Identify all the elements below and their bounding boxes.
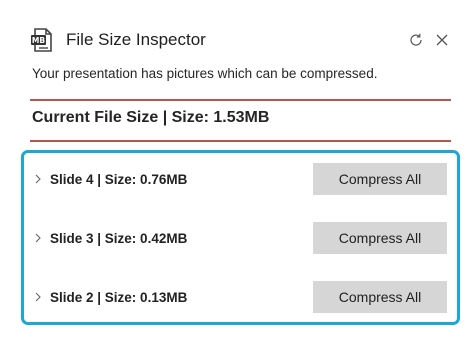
compress-all-button[interactable]: Compress All (313, 281, 447, 313)
slide-label: Slide 2 | Size: 0.13MB (50, 289, 188, 305)
divider-top (30, 99, 451, 101)
compress-all-button[interactable]: Compress All (313, 163, 447, 195)
slide-label: Slide 3 | Size: 0.42MB (50, 230, 188, 246)
refresh-icon[interactable] (405, 29, 427, 51)
slide-row: Slide 3 | Size: 0.42MB Compress All (34, 221, 447, 255)
mb-file-icon: MB (30, 27, 56, 53)
pane-title: File Size Inspector (66, 30, 206, 49)
slide-row: Slide 4 | Size: 0.76MB Compress All (34, 162, 447, 196)
compress-all-button[interactable]: Compress All (313, 222, 447, 254)
file-size-inspector-pane: MB File Size Inspector Your presentation… (0, 0, 467, 339)
divider-bottom (30, 140, 451, 142)
slides-list: Slide 4 | Size: 0.76MB Compress All Slid… (21, 150, 460, 325)
close-icon[interactable] (431, 29, 453, 51)
compression-notice: Your presentation has pictures which can… (32, 66, 378, 81)
slide-label: Slide 4 | Size: 0.76MB (50, 171, 188, 187)
chevron-right-icon[interactable] (34, 290, 44, 304)
svg-text:MB: MB (32, 36, 45, 45)
chevron-right-icon[interactable] (34, 172, 44, 186)
chevron-right-icon[interactable] (34, 231, 44, 245)
current-file-size: Current File Size | Size: 1.53MB (32, 109, 270, 126)
pane-header: MB File Size Inspector (30, 24, 453, 56)
slide-row: Slide 2 | Size: 0.13MB Compress All (34, 280, 447, 314)
